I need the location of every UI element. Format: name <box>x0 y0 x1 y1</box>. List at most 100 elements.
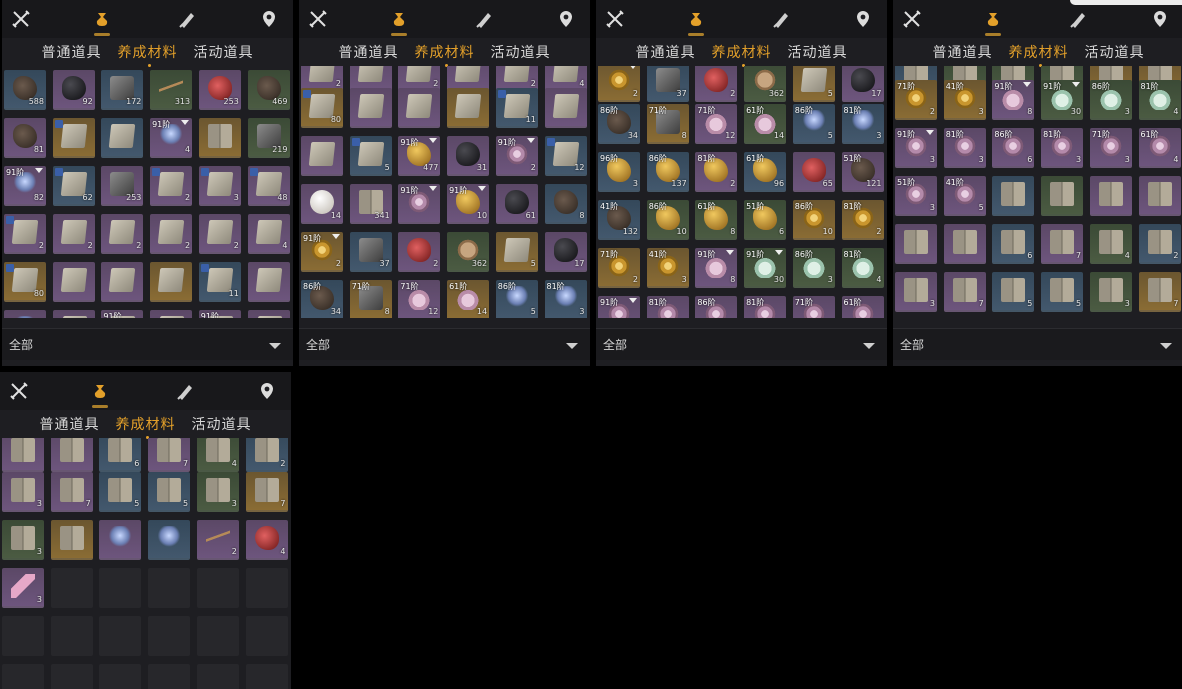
tab-0[interactable]: 普通道具 <box>933 42 993 62</box>
item-slot[interactable] <box>992 176 1035 216</box>
item-slot[interactable] <box>50 520 93 560</box>
item-slot[interactable]: 6 <box>99 438 142 472</box>
item-slot[interactable]: 341 <box>349 184 392 224</box>
item-slot[interactable]: 51阶 6 <box>744 200 787 240</box>
item-slot[interactable]: 2 <box>101 214 144 254</box>
item-slot[interactable] <box>1041 176 1084 216</box>
map-pin-icon[interactable] <box>852 8 874 30</box>
item-slot[interactable]: 81 <box>4 118 46 158</box>
close-tab[interactable] <box>1070 0 1182 5</box>
item-slot[interactable]: 81阶 2 <box>841 200 884 240</box>
item-slot[interactable] <box>349 88 392 128</box>
item-slot[interactable]: 2 <box>695 66 738 102</box>
item-slot[interactable]: 81阶 2 <box>695 152 738 192</box>
item-slot[interactable]: 5 <box>349 136 392 176</box>
item-slot[interactable]: 2 <box>150 166 193 206</box>
item-slot[interactable]: 8 <box>544 184 587 224</box>
material-pouch-icon[interactable] <box>388 8 410 36</box>
scroll-icon[interactable] <box>174 380 196 402</box>
item-slot[interactable]: 31 <box>447 136 490 176</box>
item-slot[interactable] <box>301 136 343 176</box>
item-slot[interactable]: 2 <box>4 214 46 254</box>
tab-0[interactable]: 普通道具 <box>339 42 399 62</box>
tab-1[interactable]: 养成材料 <box>118 42 178 67</box>
item-slot[interactable] <box>398 88 441 128</box>
item-slot[interactable]: 61阶 96 <box>744 152 787 192</box>
item-slot[interactable]: 71阶 <box>792 296 835 318</box>
item-slot[interactable]: 51阶 121 <box>841 152 884 192</box>
item-slot[interactable]: 61阶 <box>841 296 884 318</box>
item-slot[interactable]: 14 <box>301 184 343 224</box>
map-pin-icon[interactable] <box>258 8 280 30</box>
item-slot[interactable]: 11 <box>198 262 241 302</box>
item-slot[interactable]: 86阶 137 <box>646 152 689 192</box>
item-slot[interactable]: 71阶 8 <box>646 104 689 144</box>
weapon-icon[interactable] <box>604 8 626 30</box>
item-slot[interactable]: 91阶 2 <box>495 136 538 176</box>
item-slot[interactable]: 61 <box>495 184 538 224</box>
scroll-icon[interactable] <box>1067 8 1089 30</box>
item-slot[interactable]: 2 <box>598 66 640 102</box>
tab-2[interactable]: 活动道具 <box>788 42 848 62</box>
tab-2[interactable]: 活动道具 <box>194 42 254 62</box>
filter-dropdown[interactable]: 全部 <box>596 328 887 360</box>
item-slot[interactable] <box>52 118 95 158</box>
item-slot[interactable]: 96阶 3 <box>598 152 640 192</box>
item-slot[interactable] <box>101 118 144 158</box>
item-slot[interactable]: 81阶 3 <box>841 104 884 144</box>
item-slot[interactable]: 91阶 2 <box>301 232 343 272</box>
weapon-icon[interactable] <box>307 8 329 30</box>
item-slot[interactable]: 92 <box>52 70 95 110</box>
tab-1[interactable]: 养成材料 <box>712 42 772 67</box>
item-slot[interactable]: 81阶 <box>646 296 689 318</box>
item-slot[interactable] <box>150 310 193 318</box>
item-grid[interactable]: 6 7 4 2 3 7 5 5 3 7 3 2 4 3 <box>0 438 291 689</box>
item-slot[interactable] <box>148 520 191 560</box>
item-slot[interactable]: 71阶 12 <box>398 280 441 318</box>
item-slot[interactable]: 3 <box>196 472 239 512</box>
item-slot[interactable] <box>4 310 46 318</box>
item-slot[interactable]: 12 <box>544 136 587 176</box>
item-slot[interactable]: 81阶 3 <box>1041 128 1084 168</box>
item-slot[interactable]: 37 <box>349 232 392 272</box>
item-slot[interactable]: 91阶 82 <box>4 166 46 206</box>
item-slot[interactable]: 86阶 3 <box>1089 80 1132 120</box>
item-slot[interactable]: 81阶 4 <box>841 248 884 288</box>
item-slot[interactable]: 86阶 5 <box>792 104 835 144</box>
item-slot[interactable]: 5 <box>992 272 1035 312</box>
item-slot[interactable] <box>247 310 290 318</box>
item-slot[interactable]: 588 <box>4 70 46 110</box>
tab-2[interactable]: 活动道具 <box>491 42 551 62</box>
item-slot[interactable]: 62 <box>52 166 95 206</box>
item-slot[interactable]: 91阶 <box>598 296 640 318</box>
item-slot[interactable]: 5 <box>148 472 191 512</box>
map-pin-icon[interactable] <box>1149 8 1171 30</box>
item-slot[interactable]: 91阶 10 <box>447 184 490 224</box>
item-slot[interactable]: 2 <box>1138 224 1181 264</box>
item-slot[interactable]: 91阶 <box>198 310 241 318</box>
item-slot[interactable]: 86阶 3 <box>792 248 835 288</box>
item-slot[interactable]: 2 <box>398 232 441 272</box>
item-slot[interactable] <box>198 118 241 158</box>
item-slot[interactable]: 71阶 2 <box>895 80 937 120</box>
item-slot[interactable]: 5 <box>1041 272 1084 312</box>
material-pouch-icon[interactable] <box>89 380 111 408</box>
item-slot[interactable]: 61阶 8 <box>695 200 738 240</box>
item-slot[interactable]: 48 <box>247 166 290 206</box>
item-slot[interactable]: 5 <box>495 232 538 272</box>
item-slot[interactable]: 41阶 3 <box>646 248 689 288</box>
item-slot[interactable]: 7 <box>148 438 191 472</box>
tab-1[interactable]: 养成材料 <box>415 42 475 67</box>
filter-dropdown[interactable]: 全部 <box>893 328 1182 360</box>
tab-0[interactable]: 普通道具 <box>636 42 696 62</box>
item-slot[interactable]: 4 <box>245 520 288 560</box>
item-slot[interactable]: 3 <box>895 272 937 312</box>
item-slot[interactable]: 3 <box>1089 272 1132 312</box>
item-slot[interactable]: 91阶 8 <box>695 248 738 288</box>
item-slot[interactable]: 4 <box>196 438 239 472</box>
material-pouch-icon[interactable] <box>982 8 1004 36</box>
item-slot[interactable]: 17 <box>841 66 884 102</box>
item-slot[interactable] <box>247 262 290 302</box>
item-slot[interactable]: 2 <box>245 438 288 472</box>
item-grid[interactable]: 2 37 2 362 5 17 86阶 34 71阶 8 71阶 12 61阶 14 86阶 5 81阶 3 96阶… <box>596 66 887 318</box>
